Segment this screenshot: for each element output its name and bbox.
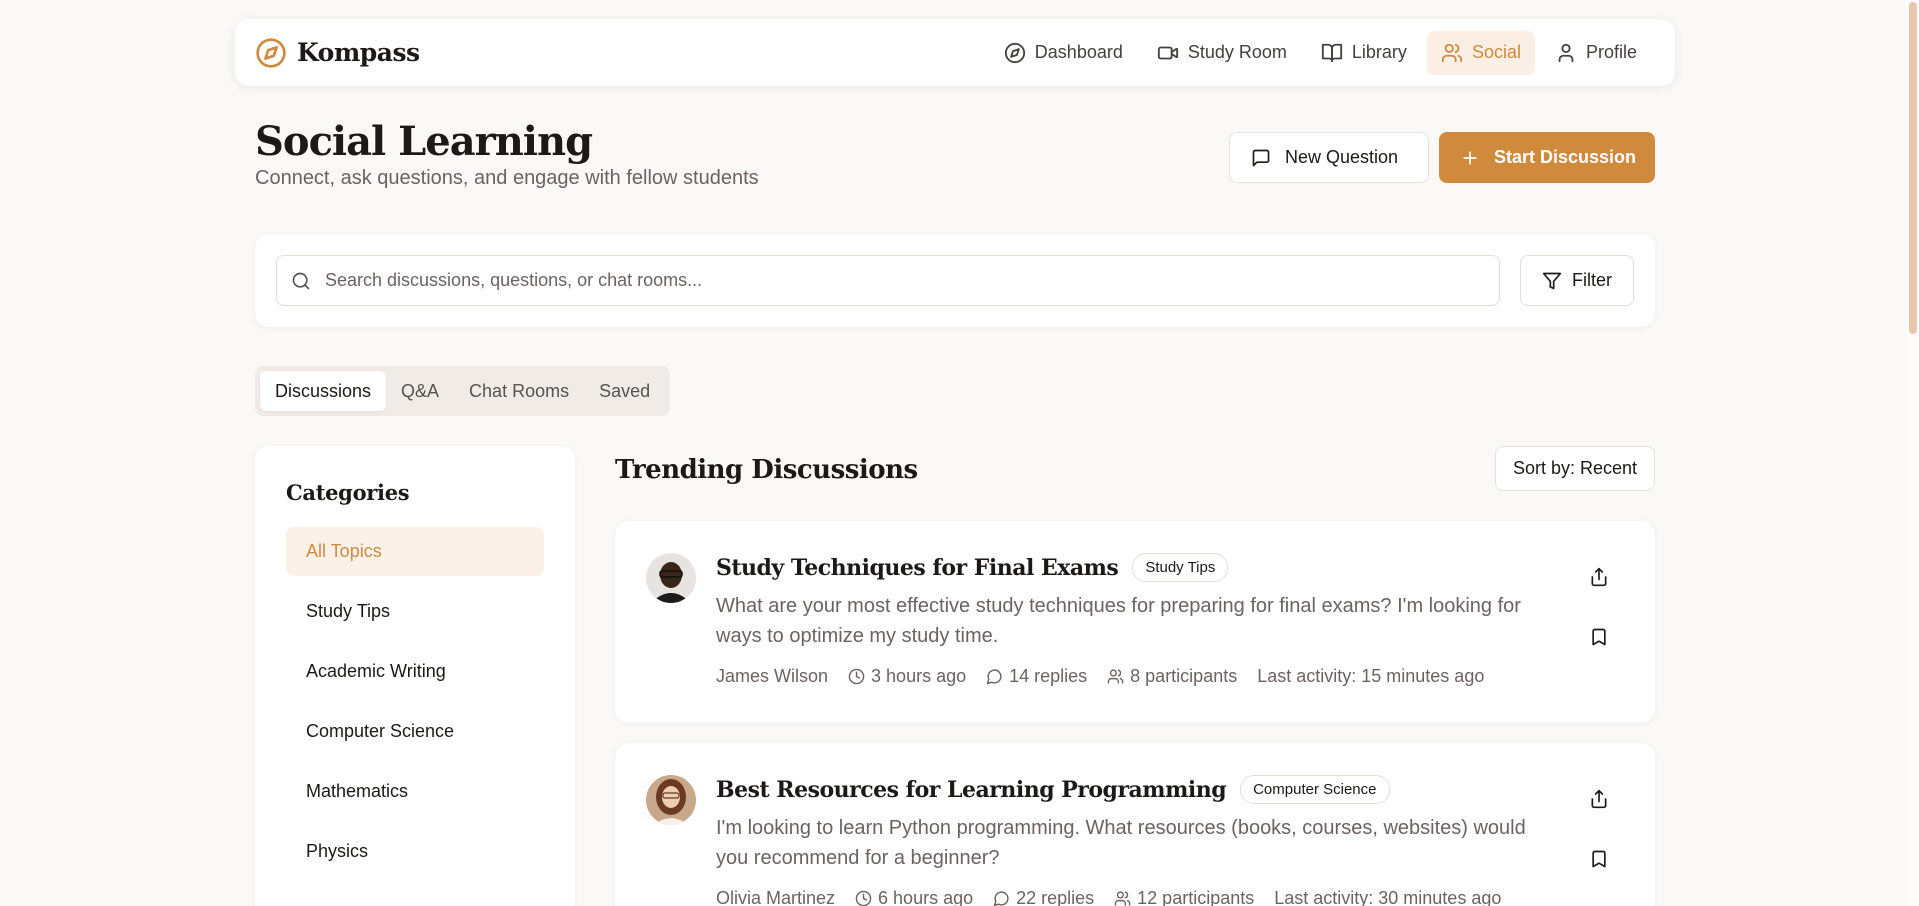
post-meta: Olivia Martinez 6 hours ago 22 replies 1… [716,888,1501,906]
post-replies: 22 replies [993,888,1094,906]
category-tag: Study Tips [1132,553,1229,582]
user-icon [1555,42,1577,64]
category-all-topics[interactable]: All Topics [286,527,544,576]
message-circle-icon [986,668,1003,685]
post-body: What are your most effective study techn… [716,595,1521,647]
post-time-label: 6 hours ago [878,888,974,906]
post-participants: 8 participants [1107,666,1237,687]
bookmark-button[interactable] [1583,621,1615,653]
users-icon [1114,890,1131,906]
post-title[interactable]: Study Techniques for Final Exams [716,555,1119,581]
post-last-activity: Last activity: 30 minutes ago [1274,888,1502,906]
top-navbar: Kompass Dashboard Study Room Library Soc… [235,19,1675,86]
post-time: 3 hours ago [848,666,966,687]
users-icon [1441,42,1463,64]
post-replies: 14 replies [986,666,1087,687]
category-study-tips[interactable]: Study Tips [286,587,544,636]
start-discussion-label: Start Discussion [1494,147,1637,167]
nav-item-label: Social [1471,42,1521,62]
categories-sidebar: Categories All Topics Study Tips Academi… [255,446,575,906]
sort-button[interactable]: Sort by: Recent [1495,446,1655,491]
search-box [276,255,1500,306]
start-discussion-button[interactable]: Start Discussion [1439,132,1655,183]
nav-item-label: Library [1351,42,1407,62]
post-participants-label: 12 participants [1137,888,1255,906]
message-square-icon [1251,148,1271,168]
search-icon [291,271,311,291]
scrollbar-thumb[interactable] [1909,2,1917,334]
post-author: James Wilson [716,666,829,686]
section-title: Trending Discussions [615,455,918,485]
new-question-button[interactable]: New Question [1229,132,1429,183]
compass-icon [1004,42,1026,64]
nav-item-label: Study Room [1187,42,1287,62]
compass-icon [255,37,287,69]
share-icon [1589,789,1609,809]
post-title[interactable]: Best Resources for Learning Programming [716,777,1227,803]
post-last-activity: Last activity: 15 minutes ago [1257,666,1485,686]
bookmark-icon [1589,627,1609,647]
post-replies-label: 22 replies [1016,888,1095,906]
post-header: Study Techniques for Final Exams Study T… [716,553,1229,582]
nav-item-profile[interactable]: Profile [1541,31,1651,75]
discussion-card[interactable]: Best Resources for Learning Programming … [615,743,1655,906]
avatar [646,553,696,603]
new-question-label: New Question [1285,147,1399,167]
post-author: Olivia Martinez [716,888,836,906]
discussion-card[interactable]: Study Techniques for Final Exams Study T… [615,521,1655,723]
post-meta: James Wilson 3 hours ago 14 replies 8 pa… [716,666,1484,687]
post-time-label: 3 hours ago [871,666,967,686]
post-time: 6 hours ago [855,888,973,906]
tab-discussions[interactable]: Discussions [260,371,387,411]
book-open-icon [1321,42,1343,64]
filter-icon [1542,271,1562,291]
post-participants-label: 8 participants [1130,666,1238,686]
share-button[interactable] [1583,783,1615,815]
search-card: Filter [255,234,1655,327]
tab-chat-rooms[interactable]: Chat Rooms [454,371,584,411]
share-button[interactable] [1583,561,1615,593]
nav-item-social[interactable]: Social [1426,30,1535,75]
brand[interactable]: Kompass [255,37,420,69]
clock-icon [855,890,872,906]
post-replies-label: 14 replies [1009,666,1088,686]
nav-item-dashboard[interactable]: Dashboard [990,31,1137,75]
brand-name: Kompass [297,38,420,67]
filter-label: Filter [1572,270,1612,290]
categories-title: Categories [286,480,410,505]
main-nav: Dashboard Study Room Library Social Prof… [990,30,1651,75]
post-participants: 12 participants [1114,888,1254,906]
avatar [646,775,696,825]
content-tabs: Discussions Q&A Chat Rooms Saved [255,366,671,416]
share-icon [1589,567,1609,587]
post-header: Best Resources for Learning Programming … [716,775,1390,804]
tab-saved[interactable]: Saved [584,371,665,411]
plus-icon [1460,148,1480,168]
category-tag: Computer Science [1240,775,1390,804]
users-icon [1107,668,1124,685]
filter-button[interactable]: Filter [1520,255,1634,306]
page-title: Social Learning [255,118,593,165]
clock-icon [848,668,865,685]
category-mathematics[interactable]: Mathematics [286,767,544,816]
search-input[interactable] [325,270,1499,291]
category-academic-writing[interactable]: Academic Writing [286,647,544,696]
nav-item-label: Profile [1585,42,1637,62]
nav-item-library[interactable]: Library [1307,31,1421,75]
video-icon [1157,42,1179,64]
bookmark-button[interactable] [1583,843,1615,875]
message-circle-icon [993,890,1010,906]
tab-qa[interactable]: Q&A [386,371,454,411]
page-subtitle: Connect, ask questions, and engage with … [255,167,759,189]
nav-item-label: Dashboard [1034,42,1123,62]
page-scrollbar[interactable] [1905,0,1919,906]
category-physics[interactable]: Physics [286,827,544,876]
post-body: I'm looking to learn Python programming.… [716,817,1526,869]
bookmark-icon [1589,849,1609,869]
nav-item-study-room[interactable]: Study Room [1143,31,1301,75]
category-computer-science[interactable]: Computer Science [286,707,544,756]
